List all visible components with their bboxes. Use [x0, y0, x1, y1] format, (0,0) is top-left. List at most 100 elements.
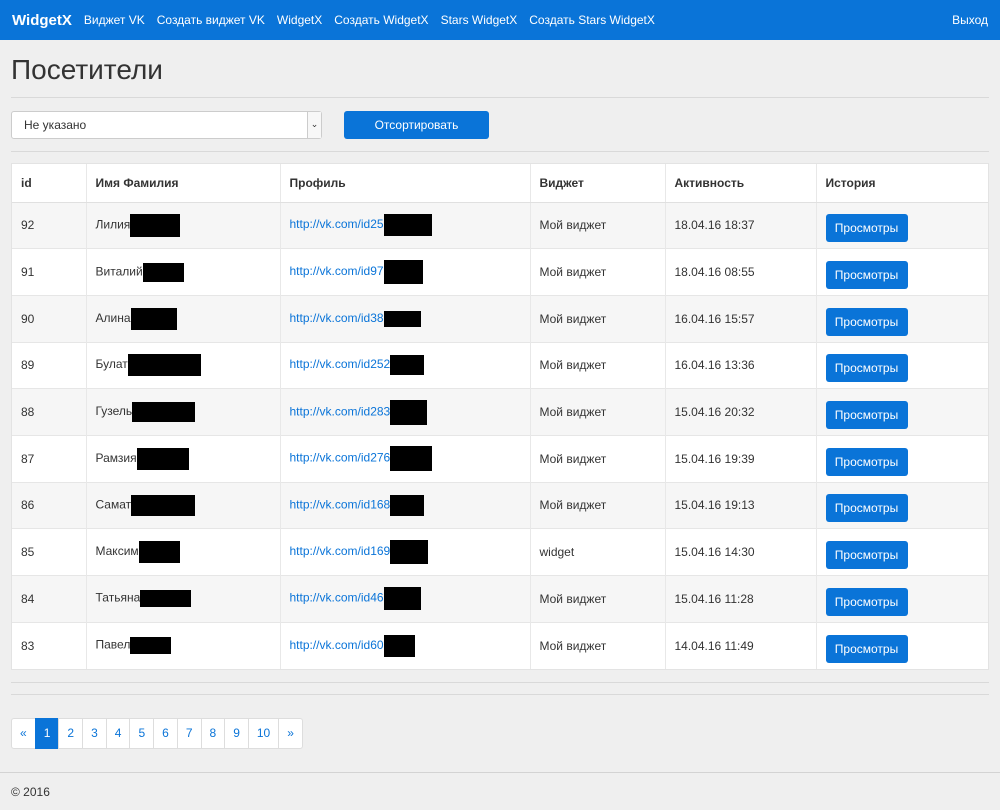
visitor-first-name: Алина [95, 310, 131, 325]
views-button[interactable]: Просмотры [825, 307, 908, 336]
visitor-first-name: Павел [95, 637, 131, 652]
views-button[interactable]: Просмотры [825, 401, 908, 430]
views-button[interactable]: Просмотры [825, 634, 908, 663]
cell-activity: 14.04.16 11:49 [665, 621, 817, 669]
pagination-page-6[interactable]: 6 [153, 717, 178, 749]
cell-widget: widget [530, 528, 666, 576]
views-button[interactable]: Просмотры [825, 261, 908, 290]
cell-history: Просмотры [816, 575, 988, 623]
nav-link-stars-widgetx[interactable]: Stars WidgetX [441, 13, 518, 27]
views-button[interactable]: Просмотры [825, 494, 908, 523]
pagination-page-10[interactable]: 10 [247, 717, 280, 749]
column-header-activity: Активность [665, 164, 817, 203]
profile-link[interactable]: http://vk.com/id25 [290, 218, 384, 232]
profile-link[interactable]: http://vk.com/id276 [290, 451, 391, 465]
cell-name: Алина [86, 294, 281, 343]
column-header-widget: Виджет [530, 164, 666, 203]
redacted-profile-id [383, 214, 432, 237]
cell-id: 88 [12, 388, 87, 436]
views-button[interactable]: Просмотры [825, 447, 908, 476]
cell-history: Просмотры [816, 294, 988, 343]
redacted-profile-id [390, 494, 425, 516]
visitor-first-name: Татьяна [95, 591, 141, 606]
cell-profile: http://vk.com/id60 [280, 621, 531, 669]
cell-activity: 15.04.16 11:28 [665, 575, 817, 623]
copyright-text: © 2016 [11, 784, 50, 799]
filter-select[interactable]: Не указано ⌄ [11, 110, 322, 139]
visitors-table: id Имя Фамилия Профиль Виджет Активность… [12, 164, 988, 669]
redacted-profile-id [390, 355, 425, 376]
cell-id: 90 [12, 294, 87, 343]
nav-link-create-widget-vk[interactable]: Создать виджет VK [157, 13, 265, 27]
visitor-first-name: Гузель [95, 404, 133, 419]
cell-name: Татьяна [86, 575, 281, 623]
views-button[interactable]: Просмотры [825, 214, 908, 243]
pagination-page-4[interactable]: 4 [105, 717, 131, 749]
views-button[interactable]: Просмотры [825, 541, 908, 570]
cell-history: Просмотры [816, 388, 988, 436]
views-button[interactable]: Просмотры [825, 354, 908, 383]
logout-link[interactable]: Выход [952, 13, 988, 27]
pagination-page-7[interactable]: 7 [176, 717, 202, 749]
pagination-page-2[interactable]: 2 [58, 717, 84, 749]
cell-id: 84 [12, 575, 87, 623]
profile-link[interactable]: http://vk.com/id169 [290, 544, 391, 558]
cell-profile: http://vk.com/id169 [280, 528, 531, 576]
pagination-page-9[interactable]: 9 [224, 717, 249, 749]
profile-link[interactable]: http://vk.com/id60 [290, 638, 384, 652]
pagination-next[interactable]: » [278, 717, 303, 749]
cell-history: Просмотры [816, 341, 988, 389]
cell-id: 92 [12, 201, 87, 249]
cell-activity: 16.04.16 13:36 [665, 341, 817, 389]
cell-id: 83 [12, 621, 87, 669]
redacted-surname [138, 541, 180, 564]
cell-profile: http://vk.com/id38 [280, 294, 531, 343]
pagination-page-3[interactable]: 3 [82, 717, 107, 749]
cell-widget: Мой виджет [530, 341, 666, 389]
profile-link[interactable]: http://vk.com/id252 [290, 358, 391, 372]
pagination-page-5[interactable]: 5 [129, 717, 155, 749]
pagination-prev[interactable]: « [11, 717, 36, 749]
nav-link-widget-vk[interactable]: Виджет VK [84, 13, 145, 27]
profile-link[interactable]: http://vk.com/id38 [290, 311, 384, 325]
table-row: 84 Татьяна http://vk.com/id46 Мой виджет… [12, 575, 988, 623]
cell-name: Рамзия [86, 434, 281, 483]
sort-button[interactable]: Отсортировать [344, 110, 489, 139]
pagination-page-1[interactable]: 1 [34, 717, 60, 749]
cell-name: Павел [86, 621, 281, 669]
redacted-surname [130, 307, 177, 330]
redacted-surname [132, 402, 196, 423]
profile-link[interactable]: http://vk.com/id168 [290, 498, 391, 512]
cell-profile: http://vk.com/id46 [280, 575, 531, 623]
profile-link[interactable]: http://vk.com/id97 [290, 264, 384, 278]
cell-widget: Мой виджет [530, 294, 666, 343]
nav-link-widgetx[interactable]: WidgetX [277, 13, 322, 27]
cell-name: Виталий [86, 248, 281, 296]
cell-name: Гузель [86, 388, 281, 436]
nav-link-create-stars-widgetx[interactable]: Создать Stars WidgetX [529, 13, 655, 27]
pagination-page-8[interactable]: 8 [200, 717, 226, 749]
profile-link[interactable]: http://vk.com/id283 [290, 404, 391, 418]
cell-name: Булат [86, 341, 281, 389]
table-row: 91 Виталий http://vk.com/id97 Мой виджет… [12, 248, 988, 296]
views-button[interactable]: Просмотры [825, 587, 908, 616]
visitor-first-name: Лилия [95, 217, 131, 232]
brand-link[interactable]: WidgetX [12, 12, 72, 29]
table-row: 92 Лилия http://vk.com/id25 Мой виджет 1… [12, 201, 988, 249]
visitors-table-wrap: id Имя Фамилия Профиль Виджет Активность… [11, 163, 989, 670]
cell-profile: http://vk.com/id276 [280, 434, 531, 483]
cell-activity: 15.04.16 19:39 [665, 434, 817, 483]
table-row: 90 Алина http://vk.com/id38 Мой виджет 1… [12, 294, 988, 343]
table-header-row: id Имя Фамилия Профиль Виджет Активность… [12, 164, 988, 203]
nav-link-create-widgetx[interactable]: Создать WidgetX [334, 13, 428, 27]
table-row: 87 Рамзия http://vk.com/id276 Мой виджет… [12, 434, 988, 483]
main-content: Посетители Не указано ⌄ Отсортировать id… [0, 40, 1000, 749]
visitor-first-name: Рамзия [95, 450, 137, 465]
nav-links: Виджет VK Создать виджет VK WidgetX Созд… [84, 13, 952, 27]
profile-link[interactable]: http://vk.com/id46 [290, 591, 384, 605]
cell-widget: Мой виджет [530, 388, 666, 436]
footer: © 2016 [0, 772, 1000, 810]
cell-activity: 18.04.16 08:55 [665, 248, 817, 296]
divider [11, 681, 989, 683]
cell-id: 85 [12, 528, 87, 576]
